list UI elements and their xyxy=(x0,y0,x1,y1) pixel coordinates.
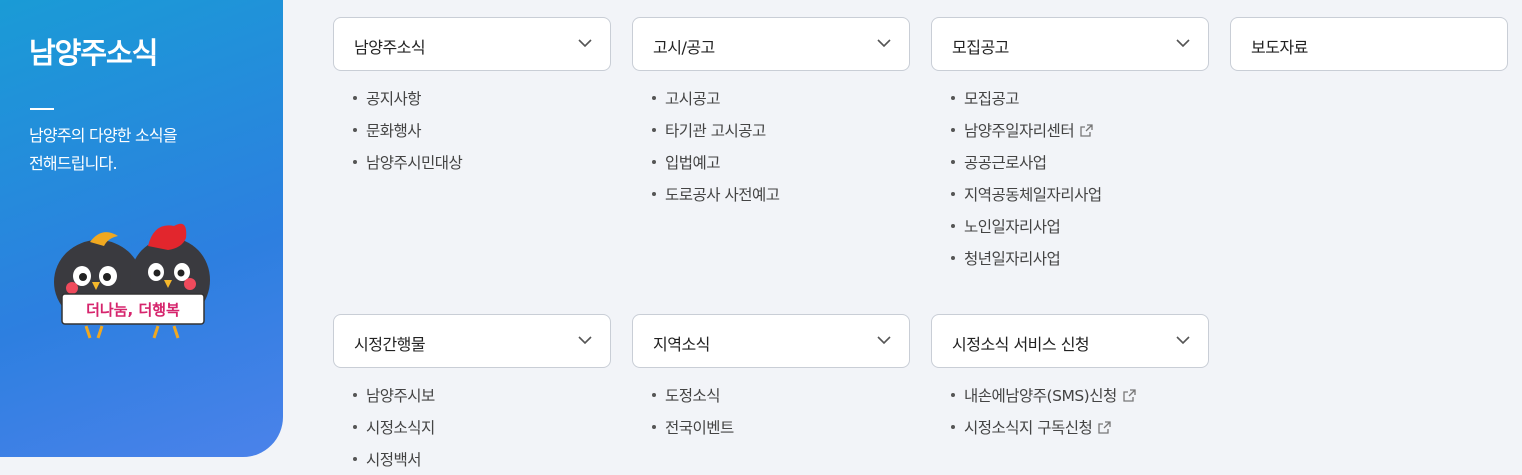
category-label: 남양주소식 xyxy=(354,38,426,57)
section-description: 남양주의 다양한 소식을 전해드립니다. xyxy=(29,126,178,173)
external-link-icon xyxy=(1080,123,1093,137)
section-title: 남양주소식 xyxy=(29,36,158,70)
bullet-icon xyxy=(951,96,955,100)
list-item[interactable]: 지역공동체일자리사업 xyxy=(950,178,1102,210)
chevron-down-icon xyxy=(578,39,592,48)
list-item[interactable]: 남양주시보 xyxy=(352,379,435,411)
category-label: 시정간행물 xyxy=(354,335,426,354)
category-label: 시정소식 서비스 신청 xyxy=(952,335,1090,354)
bullet-icon xyxy=(353,393,357,397)
category-links-news: 공지사항 문화행사 남양주시민대상 xyxy=(352,82,463,178)
category-dropdown-notice[interactable]: 고시/공고 xyxy=(632,17,910,71)
category-links-subscribe: 내손에남양주(SMS)신청 시정소식지 구독신청 xyxy=(950,379,1136,443)
external-link-icon xyxy=(1098,420,1111,434)
list-item[interactable]: 시정소식지 xyxy=(352,411,435,443)
category-label: 보도자료 xyxy=(1251,38,1308,57)
list-item[interactable]: 청년일자리사업 xyxy=(950,242,1102,274)
category-label: 지역소식 xyxy=(653,335,710,354)
bullet-icon xyxy=(951,192,955,196)
list-item[interactable]: 남양주시민대상 xyxy=(352,146,463,178)
bullet-icon xyxy=(652,192,656,196)
bullet-icon xyxy=(353,128,357,132)
category-links-local: 도정소식 전국이벤트 xyxy=(651,379,734,443)
bullet-icon xyxy=(652,425,656,429)
category-link-press[interactable]: 보도자료 xyxy=(1230,17,1508,71)
category-dropdown-recruit[interactable]: 모집공고 xyxy=(931,17,1209,71)
category-links-notice: 고시공고 타기관 고시공고 입법예고 도로공사 사전예고 xyxy=(651,82,780,210)
bullet-icon xyxy=(652,96,656,100)
bullet-icon xyxy=(951,160,955,164)
list-item[interactable]: 입법예고 xyxy=(651,146,780,178)
category-label: 모집공고 xyxy=(952,38,1009,57)
mascot-illustration: 더나눔, 더행복 xyxy=(54,223,210,339)
category-dropdown-local[interactable]: 지역소식 xyxy=(632,314,910,368)
bullet-icon xyxy=(951,256,955,260)
list-item[interactable]: 고시공고 xyxy=(651,82,780,114)
chevron-down-icon xyxy=(1176,336,1190,345)
bullet-icon xyxy=(353,160,357,164)
list-item[interactable]: 시정소식지 구독신청 xyxy=(950,411,1136,443)
category-dropdown-subscribe[interactable]: 시정소식 서비스 신청 xyxy=(931,314,1209,368)
bullet-icon xyxy=(353,457,357,461)
chevron-down-icon xyxy=(1176,39,1190,48)
list-item[interactable]: 내손에남양주(SMS)신청 xyxy=(950,379,1136,411)
list-item[interactable]: 모집공고 xyxy=(950,82,1102,114)
list-item[interactable]: 남양주일자리센터 xyxy=(950,114,1102,146)
list-item[interactable]: 시정백서 xyxy=(352,443,435,475)
bullet-icon xyxy=(951,224,955,228)
bullet-icon xyxy=(951,425,955,429)
list-item[interactable]: 노인일자리사업 xyxy=(950,210,1102,242)
category-links-publications: 남양주시보 시정소식지 시정백서 xyxy=(352,379,435,475)
chevron-down-icon xyxy=(877,336,891,345)
bullet-icon xyxy=(353,425,357,429)
category-dropdown-news[interactable]: 남양주소식 xyxy=(333,17,611,71)
external-link-icon xyxy=(1123,388,1136,402)
bullet-icon xyxy=(652,128,656,132)
list-item[interactable]: 도정소식 xyxy=(651,379,734,411)
list-item[interactable]: 전국이벤트 xyxy=(651,411,734,443)
list-item[interactable]: 문화행사 xyxy=(352,114,462,146)
side-banner: 남양주소식 남양주의 다양한 소식을 전해드립니다. 더나눔, 더행복 xyxy=(0,0,283,457)
list-item[interactable]: 도로공사 사전예고 xyxy=(651,178,780,210)
bullet-icon xyxy=(951,128,955,132)
chevron-down-icon xyxy=(578,336,592,345)
chevron-down-icon xyxy=(877,39,891,48)
category-links-recruit: 모집공고 남양주일자리센터 공공근로사업 지역공동체일자리사업 노인일자리사업 … xyxy=(950,82,1102,274)
title-divider xyxy=(30,108,54,110)
list-item[interactable]: 공지사항 xyxy=(352,82,462,114)
category-label: 고시/공고 xyxy=(653,38,715,57)
bullet-icon xyxy=(652,393,656,397)
bullet-icon xyxy=(353,96,357,100)
list-item[interactable]: 타기관 고시공고 xyxy=(651,114,780,146)
bullet-icon xyxy=(652,160,656,164)
bullet-icon xyxy=(951,393,955,397)
category-dropdown-publications[interactable]: 시정간행물 xyxy=(333,314,611,368)
mascot-banner-text: 더나눔, 더행복 xyxy=(86,301,180,319)
list-item[interactable]: 공공근로사업 xyxy=(950,146,1102,178)
